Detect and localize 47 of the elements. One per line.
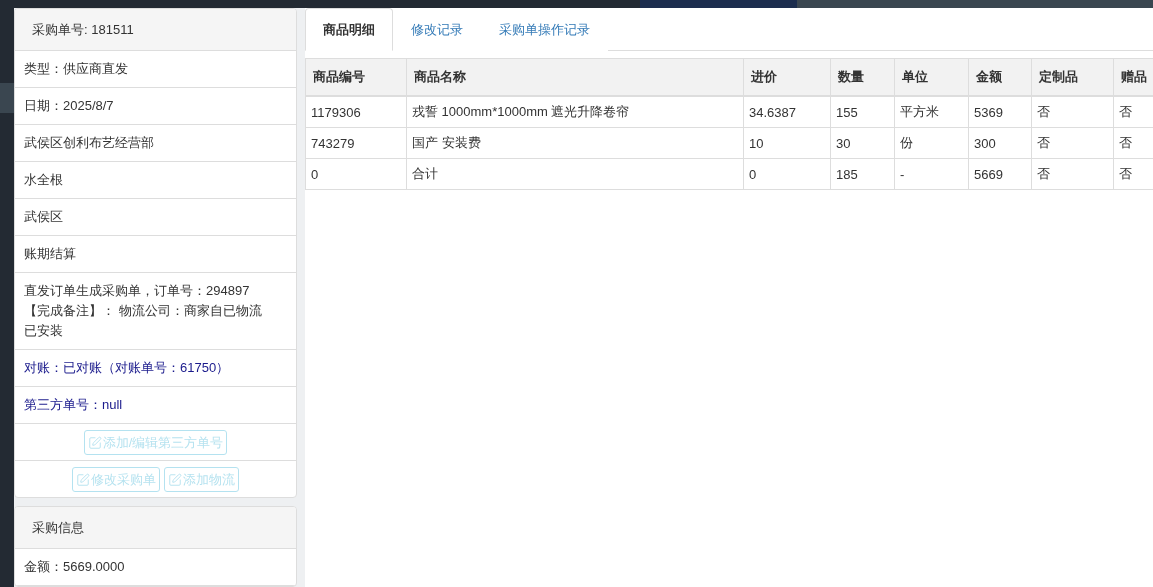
- table-cell: 30: [830, 127, 895, 159]
- info-text: 账期结算: [24, 245, 77, 263]
- column-header: 商品编号: [305, 58, 407, 96]
- table-cell: 戎誓 1000mm*1000mm 遮光升降卷帘: [406, 96, 744, 128]
- pen-icon: [87, 435, 102, 450]
- panel-header: 采购单号: 181511: [15, 9, 296, 51]
- info-text: 对账：已对账（对账单号：61750）: [24, 359, 231, 377]
- column-header: 赠品: [1113, 58, 1153, 96]
- table-cell: 0: [743, 158, 831, 190]
- tab[interactable]: 商品明细: [305, 8, 393, 51]
- table-cell: 300: [968, 127, 1032, 159]
- table-cell: 0: [305, 158, 407, 190]
- info-text: 水全根: [24, 171, 64, 189]
- table-cell: 10: [743, 127, 831, 159]
- column-header: 金额: [968, 58, 1032, 96]
- table-cell: 743279: [305, 127, 407, 159]
- info-text: 武侯区创利布艺经营部: [24, 134, 155, 152]
- info-text: 日期：2025/8/7: [24, 97, 115, 115]
- table-cell: 155: [830, 96, 895, 128]
- table-cell: 1179306: [305, 96, 407, 128]
- column-header: 进价: [743, 58, 831, 96]
- panel-header: 采购信息: [15, 507, 296, 549]
- column-header: 商品名称: [406, 58, 744, 96]
- table-cell: 否: [1031, 158, 1114, 190]
- table-cell: 国产 安装费: [406, 127, 744, 159]
- info-text: 类型：供应商直发: [24, 60, 129, 78]
- table-cell: -: [894, 158, 969, 190]
- column-header: 数量: [830, 58, 895, 96]
- info-text: 武侯区: [24, 208, 64, 226]
- info-text: 已安装: [24, 322, 64, 340]
- table-cell: 否: [1031, 96, 1114, 128]
- column-header: 单位: [894, 58, 969, 96]
- table-cell: 否: [1031, 127, 1114, 159]
- info-text: 第三方单号：null: [24, 396, 124, 414]
- table-cell: 合计: [406, 158, 744, 190]
- table-cell: 185: [830, 158, 895, 190]
- table-cell: 份: [894, 127, 969, 159]
- table-cell: 5369: [968, 96, 1032, 128]
- info-text: 直发订单生成采购单，订单号：294897: [24, 282, 251, 300]
- table-cell: 平方米: [894, 96, 969, 128]
- table-cell: 5669: [968, 158, 1032, 190]
- pen-icon: [168, 472, 182, 487]
- pen-icon: [76, 472, 90, 487]
- column-header: 定制品: [1031, 58, 1114, 96]
- info-text: 【完成备注】： 物流公司：商家自已物流: [24, 302, 263, 320]
- info-text: 金额：5669.0000: [24, 558, 126, 576]
- table-cell: 34.6387: [743, 96, 831, 128]
